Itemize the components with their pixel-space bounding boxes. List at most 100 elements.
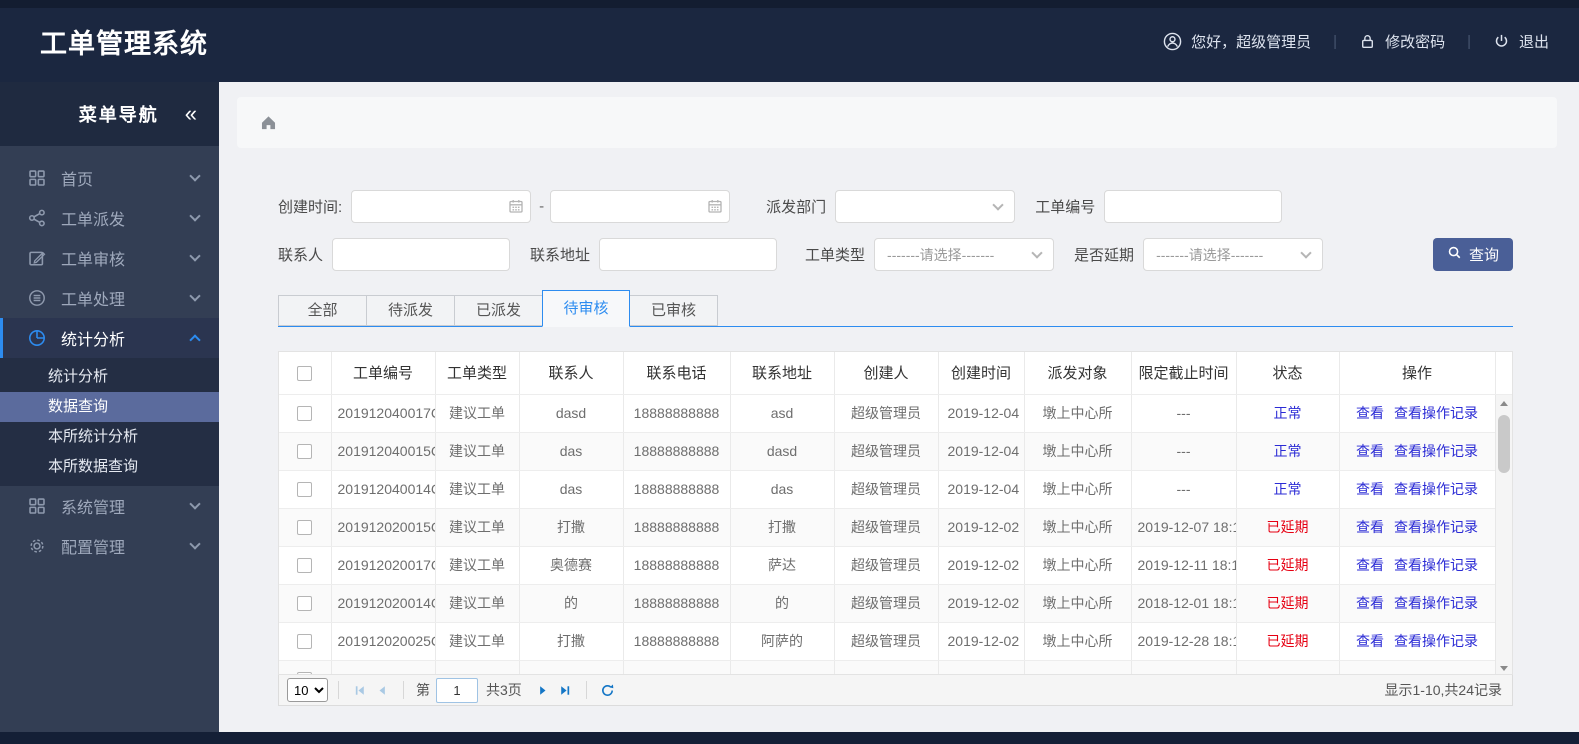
sidebar-subitem[interactable]: 统计分析 [0,362,219,392]
view-link[interactable]: 查看 [1356,405,1384,421]
user-icon [1163,32,1182,51]
tab-item[interactable]: 已审核 [630,295,718,326]
tab-item[interactable]: 待派发 [366,295,454,326]
create-time-start-field [351,190,532,223]
home-icon[interactable] [259,113,278,132]
view-log-link[interactable]: 查看操作记录 [1394,595,1478,611]
cell-contact: 的 [519,584,624,623]
view-link[interactable]: 查看 [1356,633,1384,649]
sidebar-item[interactable]: 统计分析 [0,318,219,358]
sidebar-item[interactable]: 工单处理 [0,278,219,318]
logout-link[interactable]: 退出 [1493,31,1549,52]
user-greeting[interactable]: 您好，超级管理员 [1163,31,1311,52]
current-page-input[interactable] [436,677,478,703]
view-log-link[interactable]: 查看操作记录 [1394,557,1478,573]
operations-cell: 查看 查看操作记录 [1339,546,1496,585]
view-log-link[interactable]: 查看操作记录 [1394,519,1478,535]
scroll-down-arrow[interactable] [1496,660,1512,674]
operations-cell: 查看 查看操作记录 [1339,394,1496,433]
status-badge: 正常 [1236,470,1340,509]
cell-contact: 奥德赛 [519,546,624,585]
row-checkbox[interactable] [297,482,313,498]
operations-cell: 查看 查看操作记录 [1339,584,1496,623]
header-separator: | [1467,32,1471,50]
calendar-icon[interactable] [508,198,524,218]
chevron-down-icon [189,290,201,302]
tab-active[interactable]: 待审核 [542,290,630,327]
view-link[interactable]: 查看 [1356,557,1384,573]
cell-creator: 超级管理员 [834,470,939,509]
sidebar-item[interactable]: 系统管理 [0,486,219,526]
sidebar-item[interactable]: 工单审核 [0,238,219,278]
order-type-value: -------请选择------- [887,246,995,263]
create-time-end-input[interactable] [550,190,731,223]
sidebar-subitem[interactable]: 数据查询 [0,392,219,422]
view-log-link[interactable]: 查看操作记录 [1394,481,1478,497]
scroll-up-arrow[interactable] [1496,395,1512,411]
row-checkbox[interactable] [297,406,313,422]
orders-table: 工单编号 工单类型 联系人 联系电话 联系地址 创建人 创建时间 派发对象 限定截止时间 状态 操作… [279,352,1512,674]
create-time-end-field [550,190,731,223]
cell-created: 2019-12-04 15 [938,470,1025,509]
column-header: 限定截止时间 [1131,352,1237,395]
view-log-link[interactable]: 查看操作记录 [1394,633,1478,649]
view-log-link[interactable]: 查看操作记录 [1394,405,1478,421]
cell-created: 2019-12-02 17 [938,546,1025,585]
row-checkbox[interactable] [297,520,313,536]
row-checkbox[interactable] [297,634,313,650]
last-page-button[interactable] [554,679,576,701]
refresh-icon[interactable] [597,679,619,701]
sidebar-item[interactable]: 工单派发 [0,198,219,238]
checkbox-cell [279,508,332,547]
calendar-icon[interactable] [707,198,723,218]
cell-created: 2019-12-04 15 [938,432,1025,471]
sidebar-subitem[interactable]: 本所统计分析 [0,422,219,452]
chevron-down-icon [189,170,201,182]
page-size-select[interactable]: 10 [287,678,328,702]
cell-empty [938,660,1025,674]
first-page-button[interactable] [349,679,371,701]
create-time-start-input[interactable] [351,190,532,223]
create-time-label: 创建时间: [278,199,343,216]
column-header: 状态 [1236,352,1340,395]
sidebar-item[interactable]: 配置管理 [0,526,219,566]
sidebar-item-label: 工单处理 [61,292,126,309]
cell-creator: 超级管理员 [834,584,939,623]
tab-item[interactable]: 全部 [278,295,366,326]
chevron-down-icon [992,198,1004,211]
view-link[interactable]: 查看 [1356,595,1384,611]
contact-input[interactable] [332,238,511,271]
checkbox-cell [279,470,332,509]
search-button[interactable]: 查询 [1433,238,1513,271]
row-checkbox[interactable] [297,444,313,460]
cell-created: 2019-12-04 15 [938,394,1025,433]
dispatch-dept-select[interactable] [835,190,1016,223]
breadcrumb [237,97,1557,148]
row-checkbox[interactable] [297,672,313,674]
table-row: 201912040014C 建议工单 das 18888888888 das 超级管理员 2… [279,470,1512,509]
change-password-link[interactable]: 修改密码 [1359,31,1445,52]
cell-order_no: 201912040017C [331,394,436,433]
row-checkbox[interactable] [297,558,313,574]
view-link[interactable]: 查看 [1356,481,1384,497]
cell-deadline: --- [1131,394,1237,433]
power-icon [1493,33,1510,50]
scrollbar-thumb[interactable] [1498,415,1510,473]
row-checkbox[interactable] [297,596,313,612]
cell-creator: 超级管理员 [834,546,939,585]
view-log-link[interactable]: 查看操作记录 [1394,443,1478,459]
view-link[interactable]: 查看 [1356,443,1384,459]
sidebar-subitem[interactable]: 本所数据查询 [0,452,219,482]
order-no-input[interactable] [1104,190,1283,223]
order-type-select[interactable]: -------请选择------- [874,238,1055,271]
collapse-sidebar-button[interactable]: « [185,103,197,125]
address-input[interactable] [599,238,778,271]
prev-page-button[interactable] [371,679,393,701]
cell-address: 打撒 [730,508,835,547]
select-all-checkbox[interactable] [297,365,313,381]
tab-item[interactable]: 已派发 [454,295,542,326]
sidebar-item[interactable]: 首页 [0,158,219,198]
view-link[interactable]: 查看 [1356,519,1384,535]
next-page-button[interactable] [532,679,554,701]
delay-select[interactable]: -------请选择------- [1143,238,1324,271]
